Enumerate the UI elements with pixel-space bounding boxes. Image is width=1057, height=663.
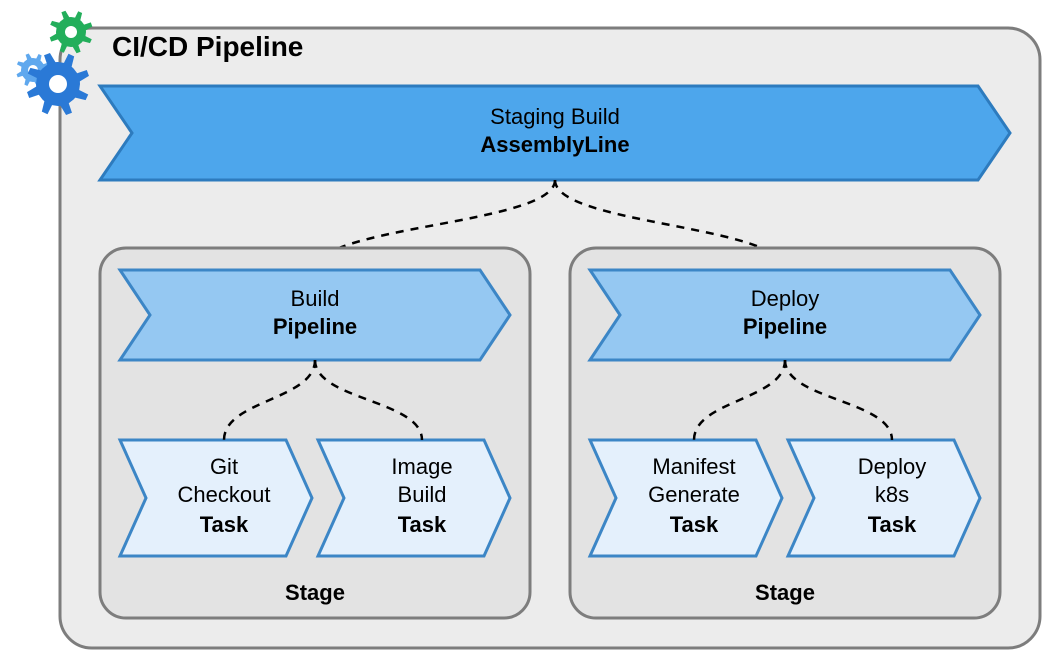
- task-line2: Generate: [648, 482, 740, 507]
- task-line1: Manifest: [652, 454, 735, 479]
- task-type: Task: [398, 512, 447, 537]
- cicd-pipeline-diagram: CI/CD Pipeline Staging Build AssemblyLine B…: [0, 0, 1057, 663]
- task-type: Task: [670, 512, 719, 537]
- task-line2: Build: [398, 482, 447, 507]
- pipeline-line2: Pipeline: [273, 314, 357, 339]
- task-line1: Git: [210, 454, 238, 479]
- task-line2: Checkout: [178, 482, 271, 507]
- assemblyline-line2: AssemblyLine: [480, 132, 629, 157]
- diagram-title: CI/CD Pipeline: [112, 31, 303, 62]
- task-line1: Deploy: [858, 454, 926, 479]
- task-line1: Image: [391, 454, 452, 479]
- task-type: Task: [200, 512, 249, 537]
- pipeline-line2: Pipeline: [743, 314, 827, 339]
- pipeline-line1: Deploy: [751, 286, 819, 311]
- task-type: Task: [868, 512, 917, 537]
- stage-label: Stage: [755, 580, 815, 605]
- task-line2: k8s: [875, 482, 909, 507]
- pipeline-line1: Build: [291, 286, 340, 311]
- stage-label: Stage: [285, 580, 345, 605]
- assemblyline-line1: Staging Build: [490, 104, 620, 129]
